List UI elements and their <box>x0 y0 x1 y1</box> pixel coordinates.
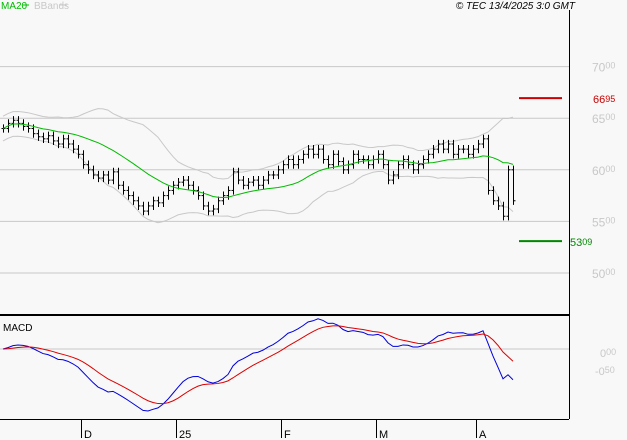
price-tick-label: 6500 <box>592 112 615 126</box>
copyright-text: © TEC 13/4/2025 3:0 GMT <box>456 1 576 12</box>
support-label: 5309 <box>570 237 592 249</box>
macd-tick-label: 000 <box>600 347 616 360</box>
price-tick-label: 5500 <box>592 215 615 229</box>
macd-line <box>2 318 514 412</box>
macd-tick-label: -050 <box>595 365 615 378</box>
bbands-legend-label: BBands <box>34 1 69 12</box>
x-tick-label: M <box>379 429 388 440</box>
x-tick-label: 25 <box>179 429 191 440</box>
chart-container: MA20 BBands © TEC 13/4/2025 3:0 GMT 7000 650… <box>0 0 627 440</box>
ma-legend-label: MA20 <box>1 1 28 12</box>
x-tick-label: A <box>479 429 487 440</box>
price-tick-label: 6000 <box>592 164 615 178</box>
x-tick-label: D <box>84 429 92 440</box>
price-tick-label: 7000 <box>592 61 615 75</box>
chart-svg: MA20 BBands © TEC 13/4/2025 3:0 GMT 7000 650… <box>0 1 616 440</box>
price-tick-label: 5000 <box>592 267 615 281</box>
x-tick-label: F <box>284 429 291 440</box>
resistance-label: 6695 <box>593 94 615 106</box>
macd-label: MACD <box>3 323 32 334</box>
bbands-upper <box>2 108 514 180</box>
